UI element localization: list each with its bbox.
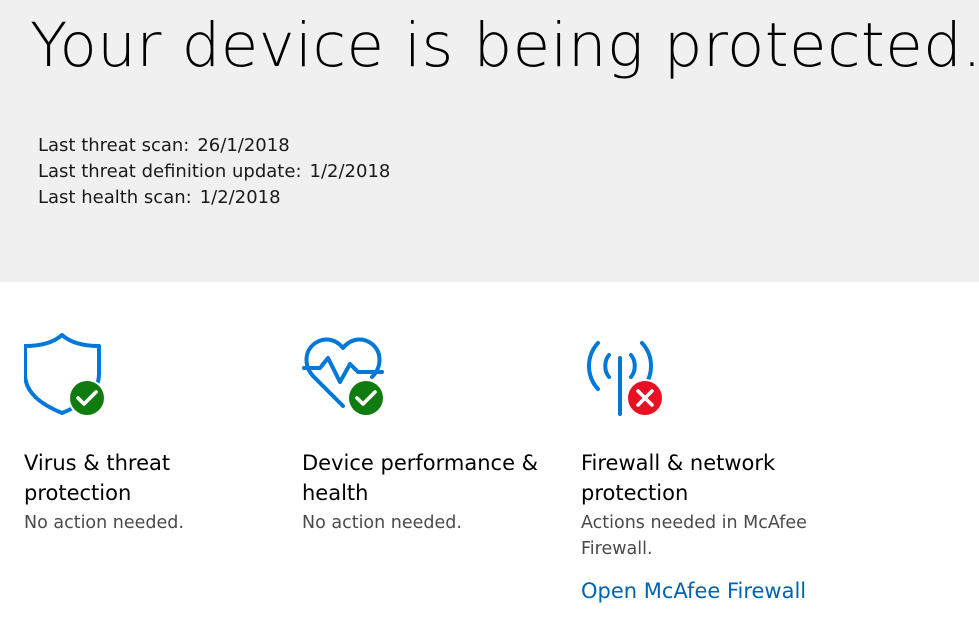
page-title: Your device is being protected. xyxy=(30,10,979,81)
last-threat-scan: Last threat scan: 26/1/2018 xyxy=(38,133,390,159)
scan-label: Last threat scan: xyxy=(38,135,190,156)
scan-value: 1/2/2018 xyxy=(199,187,281,208)
open-mcafee-firewall-link[interactable]: Open McAfee Firewall xyxy=(581,576,806,606)
status-hero: Your device is being protected. Last thr… xyxy=(0,0,979,282)
tile-device-performance-health[interactable]: Device performance & health No action ne… xyxy=(302,332,552,536)
tile-title: Firewall & network protection xyxy=(581,451,776,505)
scan-label: Last threat definition update: xyxy=(38,161,302,182)
error-circle-icon xyxy=(626,379,664,417)
tile-description: No action needed. xyxy=(302,513,462,533)
checkmark-circle-icon xyxy=(68,379,106,417)
tile-title: Virus & threat protection xyxy=(24,451,171,505)
tile-description: No action needed. xyxy=(24,513,184,533)
tile-firewall-network-protection[interactable]: Firewall & network protection Actions ne… xyxy=(581,332,831,606)
last-definition-update: Last threat definition update: 1/2/2018 xyxy=(38,159,390,185)
scan-label: Last health scan: xyxy=(38,187,192,208)
checkmark-circle-icon xyxy=(347,379,385,417)
tile-icon xyxy=(24,332,114,418)
scan-info: Last threat scan: 26/1/2018 Last threat d… xyxy=(38,133,390,211)
last-health-scan: Last health scan: 1/2/2018 xyxy=(38,185,390,211)
scan-value: 26/1/2018 xyxy=(197,135,290,156)
tile-virus-threat-protection[interactable]: Virus & threat protection No action need… xyxy=(24,332,274,536)
scan-value: 1/2/2018 xyxy=(309,161,391,182)
tile-title: Device performance & health xyxy=(302,451,539,505)
tile-icon xyxy=(581,332,671,418)
tile-description: Actions needed in McAfee Firewall. xyxy=(581,513,807,559)
tile-icon xyxy=(302,332,392,418)
